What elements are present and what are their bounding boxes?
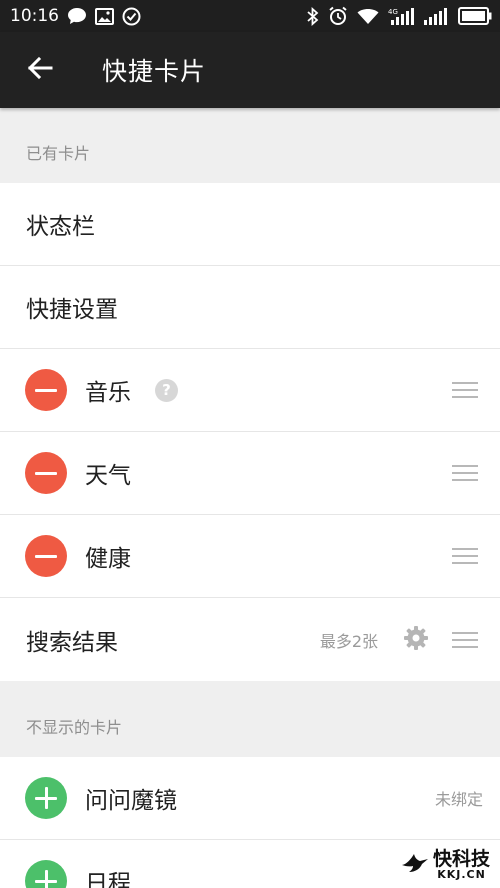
- card-row-health: 健康: [0, 515, 500, 598]
- card-label: 快捷设置: [26, 297, 118, 323]
- card-label: 问问魔镜: [85, 788, 177, 814]
- add-card-button[interactable]: [25, 777, 67, 819]
- cellular-icon: [423, 6, 449, 26]
- card-label: 日程: [85, 871, 131, 888]
- app-bar: 快捷卡片: [0, 32, 500, 108]
- watermark: 快科技 KKJ.CN: [401, 850, 490, 880]
- card-row-music: 音乐 ?: [0, 349, 500, 432]
- card-row-quick-settings[interactable]: 快捷设置: [0, 266, 500, 349]
- watermark-en: KKJ.CN: [437, 868, 486, 881]
- svg-text:4G: 4G: [388, 8, 398, 16]
- card-label: 健康: [85, 546, 131, 572]
- back-button[interactable]: [0, 32, 80, 108]
- watermark-cn: 快科技: [432, 848, 490, 870]
- status-time: 10:16: [10, 6, 59, 26]
- remove-card-button[interactable]: [25, 535, 67, 577]
- drag-handle-icon[interactable]: [452, 631, 478, 648]
- card-limit-note: 最多2张: [319, 631, 378, 651]
- drag-handle-icon[interactable]: [452, 382, 478, 398]
- drag-handle-icon[interactable]: [452, 548, 478, 564]
- status-bar: 10:16 4G: [0, 0, 500, 32]
- card-row-weather: 天气: [0, 432, 500, 515]
- card-label: 搜索结果: [26, 629, 118, 656]
- unbound-note: 未绑定: [434, 790, 483, 809]
- message-icon: [67, 7, 87, 25]
- card-row-statusbar[interactable]: 状态栏: [0, 183, 500, 266]
- bird-logo-icon: [401, 851, 429, 879]
- battery-icon: [458, 7, 492, 25]
- minus-icon: [35, 471, 57, 475]
- card-label: 音乐: [85, 380, 131, 406]
- arrow-back-icon: [27, 56, 53, 84]
- minus-icon: [35, 388, 57, 392]
- cellular-4g-icon: 4G: [388, 6, 414, 26]
- image-icon: [95, 7, 114, 25]
- wifi-icon: [357, 8, 379, 25]
- drag-handle-icon[interactable]: [452, 465, 478, 481]
- card-row-search-results: 搜索结果 最多2张: [0, 598, 500, 681]
- card-label: 天气: [85, 463, 131, 489]
- card-label: 状态栏: [26, 214, 95, 240]
- alarm-icon: [328, 6, 348, 26]
- gear-icon: [403, 625, 429, 655]
- section-header-existing: 已有卡片: [0, 108, 500, 183]
- page-title: 快捷卡片: [102, 57, 207, 86]
- settings-button[interactable]: [402, 625, 430, 655]
- minus-icon: [35, 554, 57, 558]
- remove-card-button[interactable]: [25, 452, 67, 494]
- help-icon[interactable]: ?: [155, 378, 178, 402]
- remove-card-button[interactable]: [25, 369, 67, 411]
- check-circle-icon: [122, 7, 141, 26]
- add-card-button[interactable]: [25, 860, 67, 888]
- section-header-hidden: 不显示的卡片: [0, 682, 500, 757]
- card-row-ask-mirror: 问问魔镜 未绑定: [0, 757, 500, 840]
- bluetooth-icon: [307, 6, 319, 26]
